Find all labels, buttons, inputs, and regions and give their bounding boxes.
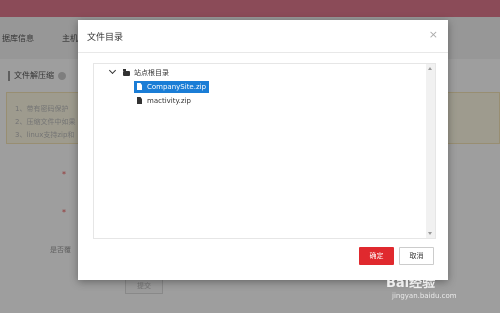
tree-file-item[interactable]: CompanySite.zip: [134, 81, 210, 93]
chevron-down-icon[interactable]: [108, 66, 117, 75]
file-icon: [137, 83, 142, 90]
close-icon[interactable]: ×: [429, 28, 438, 41]
vertical-scrollbar[interactable]: [426, 64, 435, 238]
confirm-button[interactable]: 确定: [359, 247, 394, 265]
tree-root-row[interactable]: 站点根目录: [108, 66, 169, 79]
dialog-header: 文件目录 ×: [78, 20, 448, 53]
dialog-title: 文件目录: [87, 33, 124, 43]
tree-root-label: 站点根目录: [134, 69, 169, 77]
tree-file-item[interactable]: mactivity.zip: [137, 95, 191, 107]
file-icon: [137, 97, 142, 104]
cancel-button[interactable]: 取消: [399, 247, 434, 265]
tree-file-label: mactivity.zip: [147, 97, 191, 105]
file-directory-dialog: 文件目录 × 站点根目录 CompanySite.zip mactivity.z…: [78, 20, 448, 280]
scroll-up-icon[interactable]: [428, 67, 432, 70]
folder-icon: [123, 69, 130, 76]
file-tree: 站点根目录 CompanySite.zip mactivity.zip: [93, 63, 436, 239]
watermark-url: jingyan.baidu.com: [392, 292, 457, 300]
scroll-down-icon[interactable]: [428, 232, 432, 235]
tree-file-label: CompanySite.zip: [147, 83, 207, 91]
watermark-logo: Bai经验: [386, 276, 436, 291]
